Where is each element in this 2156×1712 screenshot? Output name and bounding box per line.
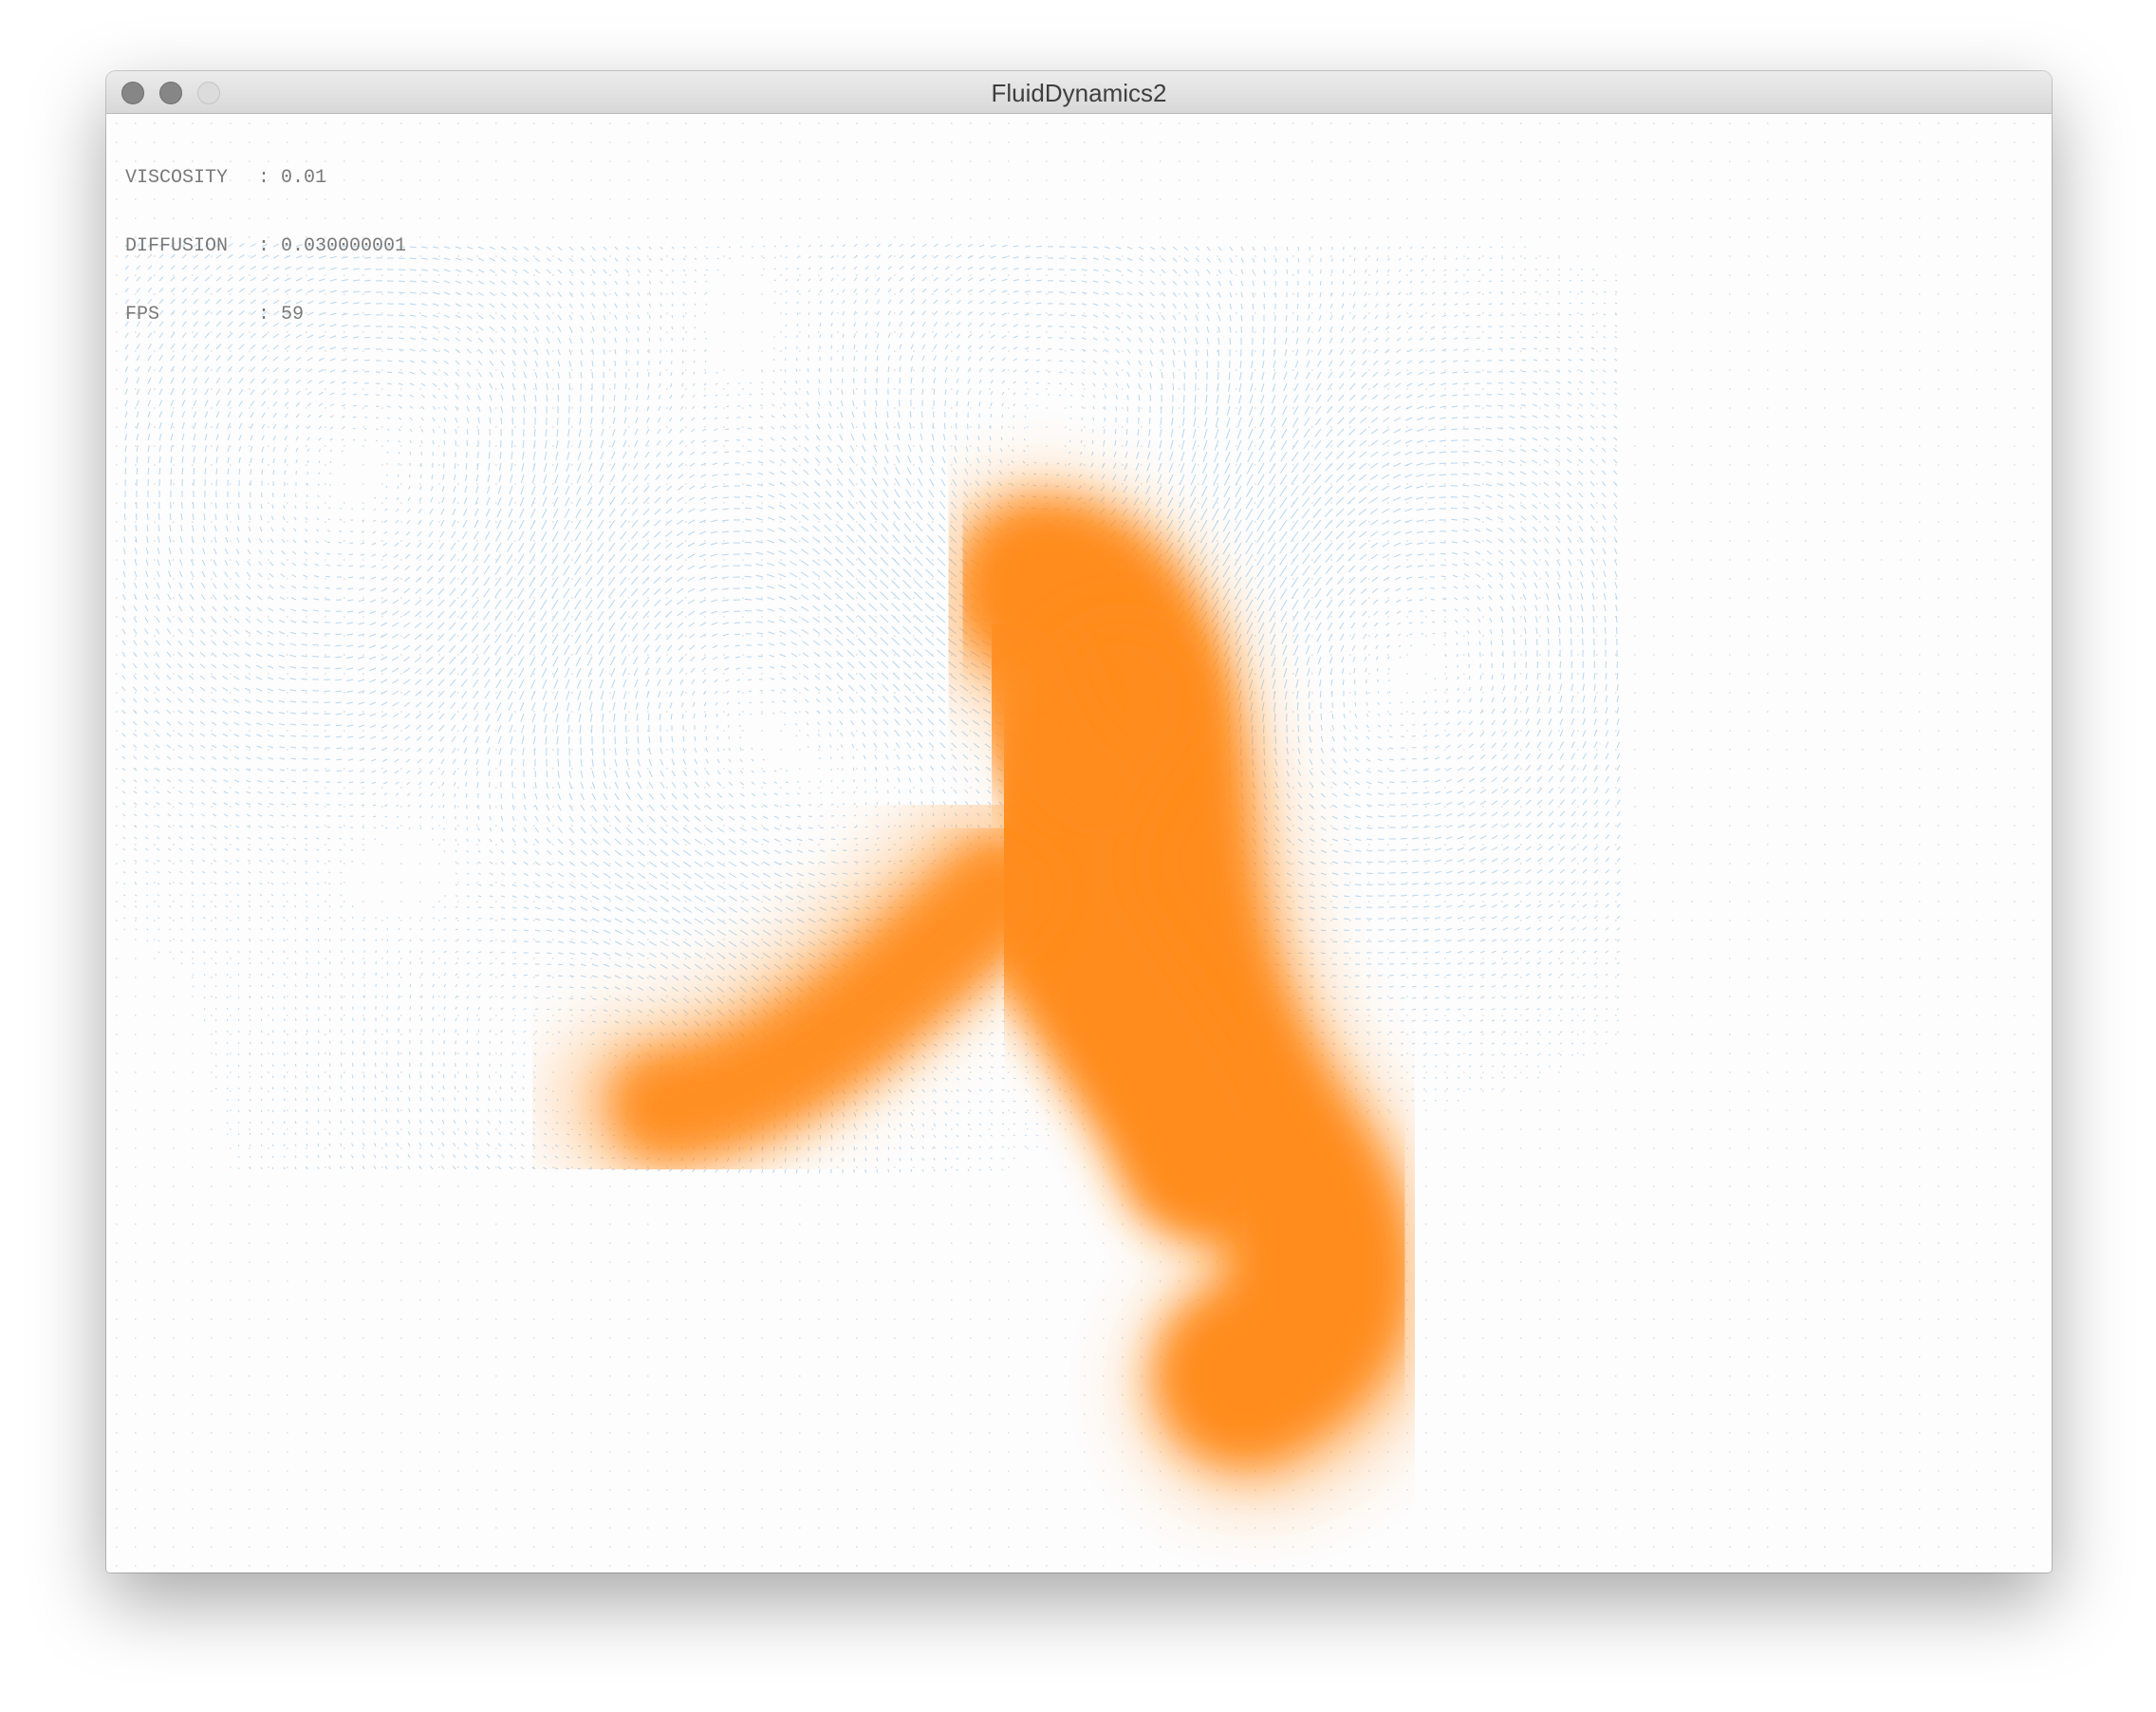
diffusion-readout: DIFFUSION: 0.030000001 xyxy=(125,235,407,257)
app-window: FluidDynamics2 VISCOSITY: 0.01 DIFFUSION… xyxy=(106,71,2052,1572)
stats-overlay: VISCOSITY: 0.01 DIFFUSION: 0.030000001 F… xyxy=(125,121,406,372)
viscosity-readout: VISCOSITY: 0.01 xyxy=(125,167,327,189)
dye-density xyxy=(557,484,1441,1499)
window-title: FluidDynamics2 xyxy=(991,79,1167,107)
simulation-canvas[interactable]: VISCOSITY: 0.01 DIFFUSION: 0.030000001 F… xyxy=(106,114,2052,1572)
title-bar[interactable]: FluidDynamics2 xyxy=(106,71,2052,114)
fps-readout: FPS: 59 xyxy=(125,304,305,326)
